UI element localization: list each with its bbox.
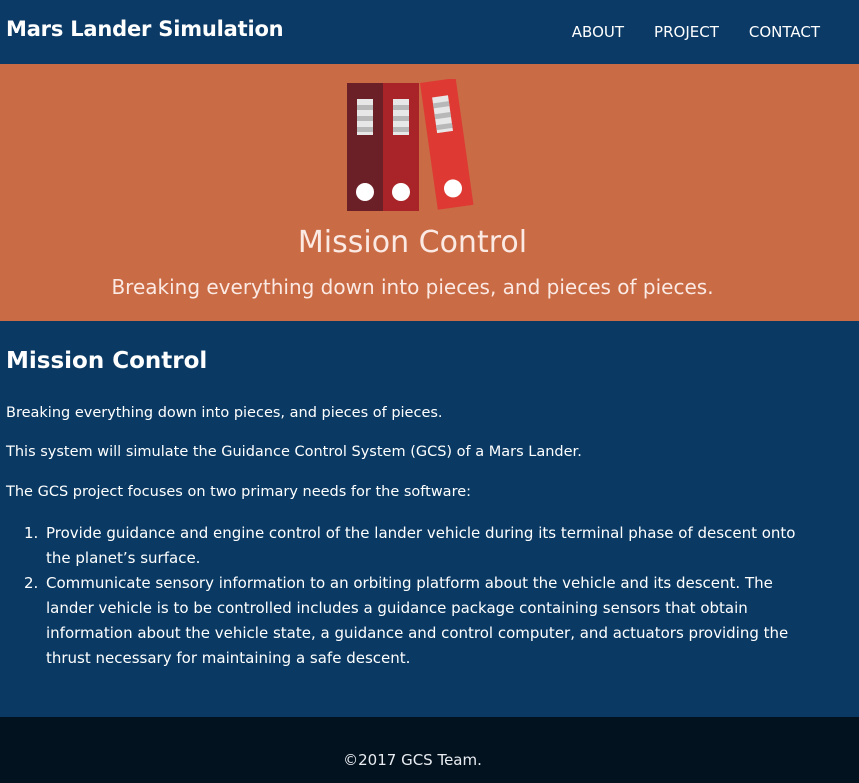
footer: ©2017 GCS Team. xyxy=(0,717,859,783)
intro-paragraph: Breaking everything down into pieces, an… xyxy=(6,405,443,421)
binder-dark xyxy=(347,83,383,211)
nav-link-about[interactable]: ABOUT xyxy=(572,23,624,41)
list-item: 1. Provide guidance and engine control o… xyxy=(24,521,826,571)
hero-banner: Mission Control Breaking everything down… xyxy=(0,64,859,321)
list-item-line: thrust necessary for maintaining a safe … xyxy=(46,649,411,667)
list-item-line: the planet’s surface. xyxy=(46,549,201,567)
copyright-text: ©2017 GCS Team. xyxy=(343,751,482,769)
system-paragraph: This system will simulate the Guidance C… xyxy=(6,444,582,460)
main-content: Mission Control Breaking everything down… xyxy=(0,321,859,717)
nav-links: ABOUT PROJECT CONTACT xyxy=(572,23,820,41)
section-heading: Mission Control xyxy=(6,348,208,374)
binders-icon xyxy=(347,79,474,211)
list-item: 2. Communicate sensory information to an… xyxy=(24,571,826,671)
list-number: 2. xyxy=(24,574,39,592)
list-item-line: information about the vehicle state, a g… xyxy=(46,624,789,642)
brand-title[interactable]: Mars Lander Simulation xyxy=(6,17,284,41)
top-navbar: Mars Lander Simulation ABOUT PROJECT CON… xyxy=(0,0,859,64)
nav-link-project[interactable]: PROJECT xyxy=(654,23,719,41)
hero-title: Mission Control xyxy=(297,225,528,260)
binder-tilted xyxy=(420,79,474,210)
list-item-line: Communicate sensory information to an or… xyxy=(46,574,773,592)
needs-intro-paragraph: The GCS project focuses on two primary n… xyxy=(6,484,472,500)
needs-list: 1. Provide guidance and engine control o… xyxy=(24,521,826,671)
binder-middle xyxy=(383,83,419,211)
list-item-line: Provide guidance and engine control of t… xyxy=(46,524,796,542)
list-item-line: lander vehicle is to be controlled inclu… xyxy=(46,599,748,617)
list-number: 1. xyxy=(24,524,39,542)
nav-link-contact[interactable]: CONTACT xyxy=(749,23,820,41)
hero-subtitle: Breaking everything down into pieces, an… xyxy=(111,275,714,299)
